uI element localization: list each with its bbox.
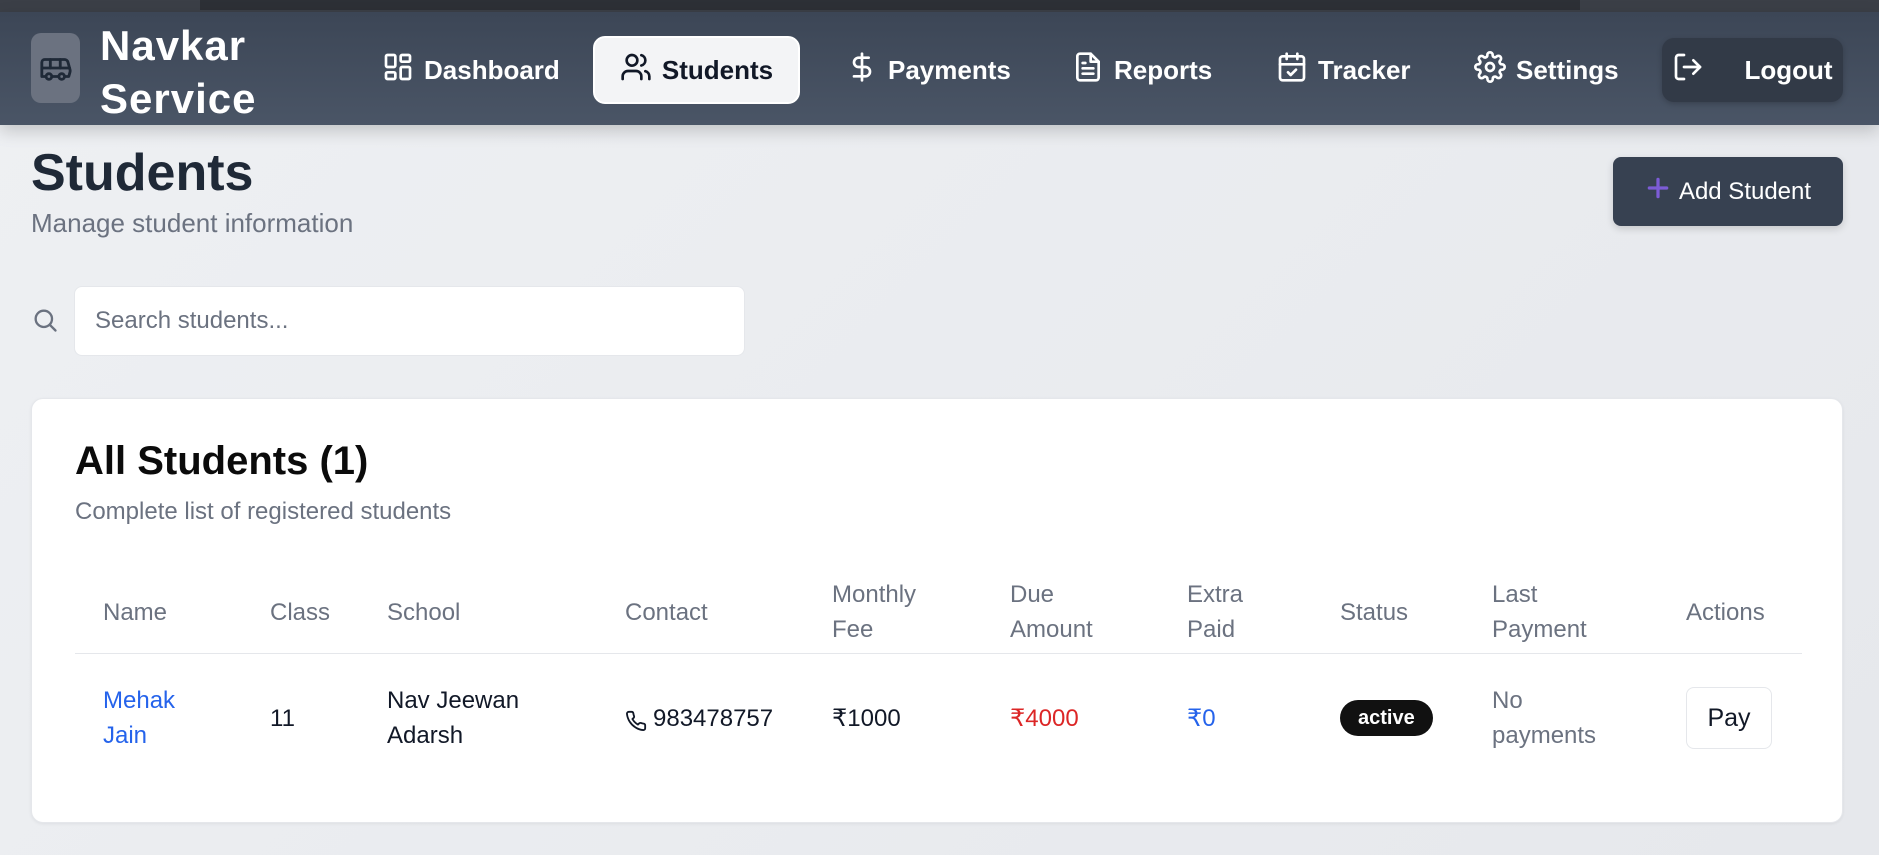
column-header-status-label: Status [1340,598,1409,626]
phone-icon [625,707,647,732]
status-badge: active [1340,700,1433,736]
column-header-name: Name [103,576,167,648]
student-contact-number: 983478757 [653,704,774,732]
users-icon [620,51,652,90]
column-header-last-payment-line1: Last [1492,581,1538,608]
nav-settings[interactable]: Settings [1474,36,1619,104]
student-status: active [1340,682,1433,754]
brand-line-2: Service [100,75,257,122]
nav-reports[interactable]: Reports [1072,36,1212,104]
column-header-name-label: Name [103,598,168,626]
student-due-amount: ₹4000 [1010,704,1079,732]
top-navbar: Navkar Service Dashboard Students Paymen… [0,12,1879,125]
column-header-contact: Contact [625,576,708,648]
column-header-school: School [387,576,460,648]
column-header-class: Class [270,576,330,648]
nav-payments-label: Payments [888,54,1011,85]
column-header-extra-paid-line1: Extra [1187,581,1244,608]
plus-icon [1645,175,1671,208]
file-text-icon [1072,51,1104,90]
logout-button[interactable]: Logout [1662,38,1843,102]
column-header-extra-paid: Extra Paid [1187,576,1243,648]
student-last-payment: No payments [1492,682,1596,754]
nav-dashboard[interactable]: Dashboard [382,36,560,104]
add-student-label: Add Student [1678,177,1812,205]
student-name-link[interactable]: Mehak Jain [103,682,175,754]
nav-payments[interactable]: Payments [846,36,1011,104]
column-header-class-label: Class [270,598,331,626]
column-header-contact-label: Contact [625,598,708,626]
table-header-divider [75,653,1802,654]
nav-students-label: Students [661,54,774,85]
window-top-strip-inner [200,0,1580,10]
brand-line-1: Navkar [100,22,247,69]
card-subtitle: Complete list of registered students [75,498,452,525]
column-header-monthly-fee: Monthly Fee [832,576,916,648]
search-input[interactable] [74,286,745,356]
nav-tracker-label: Tracker [1318,54,1411,85]
card-title: All Students (1) [75,439,369,483]
student-school: Nav Jeewan Adarsh [387,682,519,754]
student-extra-paid: ₹0 [1187,704,1216,732]
column-header-actions-label: Actions [1686,598,1765,626]
nav-reports-label: Reports [1114,54,1213,85]
search-icon [31,306,59,334]
bus-icon [31,33,80,103]
column-header-monthly-fee-line2: Fee [832,616,874,643]
students-table-card: All Students (1) Complete list of regist… [31,398,1843,823]
pay-button[interactable]: Pay [1686,687,1772,749]
column-header-status: Status [1340,576,1408,648]
student-actions: Pay [1686,682,1772,754]
logout-icon [1672,51,1704,90]
logout-label: Logout [1744,54,1833,85]
column-header-due-amount-line2: Amount [1010,616,1093,643]
student-class: 11 [270,704,295,732]
add-student-button[interactable]: Add Student [1613,157,1843,226]
column-header-last-payment: Last Payment [1492,576,1587,648]
brand-name: Navkar Service [100,19,300,125]
dashboard-icon [382,51,414,90]
student-school-line1: Nav Jeewan [387,687,520,714]
student-contact: 983478757 [625,682,773,754]
column-header-last-payment-line2: Payment [1492,616,1587,643]
column-header-due-amount: Due Amount [1010,576,1093,648]
column-header-actions: Actions [1686,576,1765,648]
window-top-strip [0,0,1879,12]
page-subtitle: Manage student information [31,208,354,238]
student-school-line2: Adarsh [387,722,464,749]
column-header-due-amount-line1: Due [1010,581,1055,608]
student-name-line2: Jain [103,722,148,749]
calendar-check-icon [1276,51,1308,90]
nav-students[interactable]: Students [593,36,800,104]
nav-settings-label: Settings [1516,54,1619,85]
student-name-line1: Mehak [103,687,176,714]
student-last-payment-line1: No [1492,687,1523,714]
column-header-school-label: School [387,598,461,626]
column-header-monthly-fee-line1: Monthly [832,581,917,608]
page-title: Students [31,144,254,202]
gear-icon [1474,50,1506,90]
column-header-extra-paid-line2: Paid [1187,616,1236,643]
student-monthly-fee: ₹1000 [832,704,901,732]
student-last-payment-line2: payments [1492,722,1597,749]
dollar-icon [846,51,878,90]
nav-tracker[interactable]: Tracker [1276,36,1411,104]
nav-dashboard-label: Dashboard [424,54,560,85]
